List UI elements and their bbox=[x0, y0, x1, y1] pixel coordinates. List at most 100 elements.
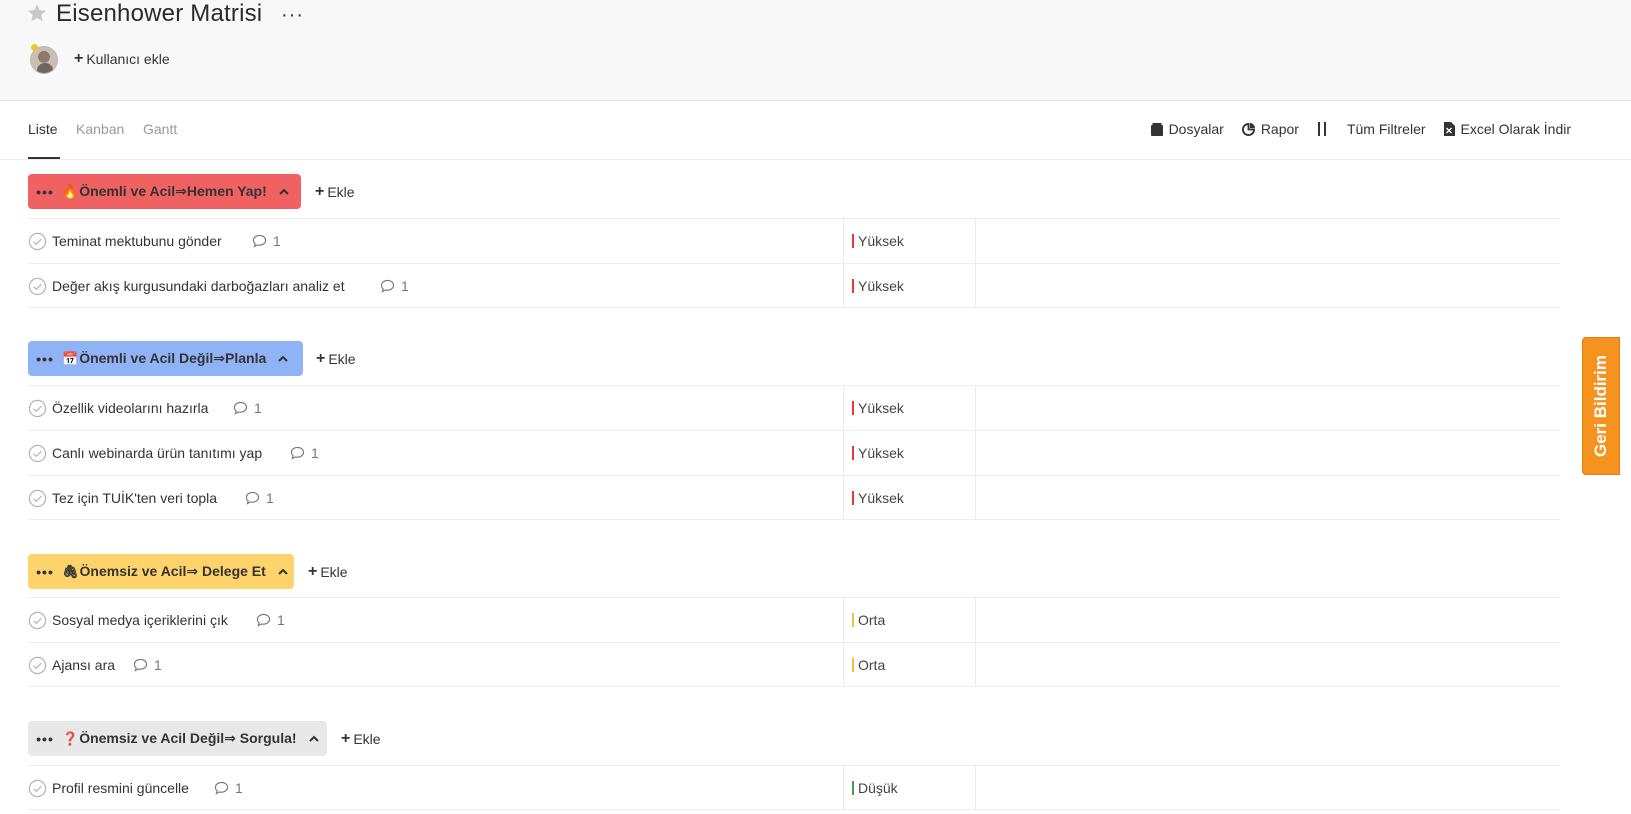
priority-label: Orta bbox=[858, 612, 886, 628]
group-header-plan[interactable]: ••• 📅 Önemli ve Acil Değil⇒Planla bbox=[28, 341, 303, 376]
priority-cell[interactable]: Orta bbox=[852, 612, 885, 628]
comment-count[interactable]: 1 bbox=[256, 612, 285, 628]
table-row[interactable]: Canlı webinarda ürün tanıtımı yap 1 Yüks… bbox=[28, 430, 1560, 475]
table-row[interactable]: Profil resmini güncelle 1 Düşük bbox=[28, 765, 1560, 810]
priority-label: Yüksek bbox=[858, 233, 904, 249]
filter-icon bbox=[1317, 122, 1326, 136]
chevron-up-icon[interactable] bbox=[276, 565, 290, 579]
tab-liste[interactable]: Liste bbox=[28, 121, 58, 137]
check-circle-icon[interactable] bbox=[28, 277, 47, 296]
check-circle-icon[interactable] bbox=[28, 232, 47, 251]
priority-indicator bbox=[852, 781, 854, 795]
plus-icon: + bbox=[341, 730, 351, 747]
check-circle-icon[interactable] bbox=[28, 779, 47, 798]
group-header-delegate[interactable]: ••• 🖇 Önemsiz ve Acil⇒ Delege Et bbox=[28, 554, 294, 589]
column-divider bbox=[975, 219, 976, 263]
priority-cell[interactable]: Yüksek bbox=[852, 490, 904, 506]
comment-count-value: 1 bbox=[235, 780, 243, 796]
check-circle-icon[interactable] bbox=[28, 444, 47, 463]
report-label: Rapor bbox=[1260, 121, 1299, 137]
project-header: Eisenhower Matrisi ··· + Kullanıcı ekle bbox=[0, 0, 1631, 101]
task-title[interactable]: Tez için TUİK'ten veri topla bbox=[52, 490, 217, 506]
comment-count-value: 1 bbox=[401, 278, 409, 294]
comment-count-value: 1 bbox=[277, 612, 285, 628]
priority-label: Yüksek bbox=[858, 490, 904, 506]
comment-count[interactable]: 1 bbox=[290, 445, 319, 461]
comment-count[interactable]: 1 bbox=[252, 233, 281, 249]
add-task-button[interactable]: + Ekle bbox=[316, 350, 356, 368]
tab-gantt[interactable]: Gantt bbox=[143, 121, 177, 137]
table-row[interactable]: Özellik videolarını hazırla 1 Yüksek bbox=[28, 385, 1560, 430]
add-task-button[interactable]: + Ekle bbox=[308, 563, 348, 581]
task-title[interactable]: Teminat mektubunu gönder bbox=[52, 233, 222, 249]
comment-icon bbox=[252, 234, 267, 248]
comment-count-value: 1 bbox=[254, 400, 262, 416]
column-divider bbox=[843, 431, 844, 475]
paperclip-icon: 🖇 bbox=[62, 563, 79, 579]
group-menu-icon[interactable]: ••• bbox=[30, 564, 60, 580]
folder-icon bbox=[1150, 122, 1163, 136]
check-circle-icon[interactable] bbox=[28, 489, 47, 508]
filters-button[interactable]: Tüm Filtreler bbox=[1317, 121, 1426, 137]
comment-count[interactable]: 1 bbox=[245, 490, 274, 506]
comment-count[interactable]: 1 bbox=[214, 780, 243, 796]
comment-icon bbox=[245, 491, 260, 505]
priority-cell[interactable]: Yüksek bbox=[852, 233, 904, 249]
group-menu-icon[interactable]: ••• bbox=[30, 184, 60, 200]
chevron-up-icon[interactable] bbox=[276, 352, 290, 366]
task-title[interactable]: Ajansı ara bbox=[52, 657, 115, 673]
task-title[interactable]: Değer akış kurgusundaki darboğazları ana… bbox=[52, 278, 345, 294]
comment-count[interactable]: 1 bbox=[380, 278, 409, 294]
check-circle-icon[interactable] bbox=[28, 399, 47, 418]
priority-indicator bbox=[852, 613, 854, 627]
table-row[interactable]: Ajansı ara 1 Orta bbox=[28, 642, 1560, 687]
column-divider bbox=[975, 431, 976, 475]
plus-icon: + bbox=[316, 350, 326, 367]
priority-indicator bbox=[852, 446, 854, 460]
comment-count[interactable]: 1 bbox=[233, 400, 262, 416]
comment-count-value: 1 bbox=[273, 233, 281, 249]
priority-label: Yüksek bbox=[858, 400, 904, 416]
group-header-do-now[interactable]: ••• 🔥 Önemli ve Acil⇒Hemen Yap! bbox=[28, 174, 301, 209]
task-title[interactable]: Sosyal medya içeriklerini çık bbox=[52, 612, 228, 628]
comment-icon bbox=[133, 658, 148, 672]
group-header-question[interactable]: ••• ❓ Önemsiz ve Acil Değil⇒ Sorgula! bbox=[28, 721, 327, 756]
task-title[interactable]: Canlı webinarda ürün tanıtımı yap bbox=[52, 445, 262, 461]
excel-download-button[interactable]: Excel Olarak İndir bbox=[1443, 121, 1571, 137]
files-button[interactable]: Dosyalar bbox=[1150, 121, 1224, 137]
excel-file-icon bbox=[1443, 122, 1455, 136]
group-menu-icon[interactable]: ••• bbox=[30, 351, 60, 367]
column-divider bbox=[975, 264, 976, 308]
plus-icon: + bbox=[308, 563, 318, 580]
comment-count[interactable]: 1 bbox=[133, 657, 162, 673]
comment-count-value: 1 bbox=[311, 445, 319, 461]
priority-cell[interactable]: Yüksek bbox=[852, 278, 904, 294]
priority-cell[interactable]: Orta bbox=[852, 657, 885, 673]
priority-cell[interactable]: Düşük bbox=[852, 780, 898, 796]
comment-icon bbox=[380, 279, 395, 293]
table-row[interactable]: Değer akış kurgusundaki darboğazları ana… bbox=[28, 263, 1560, 308]
add-user-button[interactable]: + Kullanıcı ekle bbox=[74, 51, 170, 68]
feedback-label: Geri Bildirim bbox=[1591, 354, 1610, 458]
task-title[interactable]: Profil resmini güncelle bbox=[52, 780, 189, 796]
table-row[interactable]: Teminat mektubunu gönder 1 Yüksek bbox=[28, 218, 1560, 263]
check-circle-icon[interactable] bbox=[28, 656, 47, 675]
priority-cell[interactable]: Yüksek bbox=[852, 445, 904, 461]
more-options-icon[interactable]: ··· bbox=[281, 4, 304, 27]
star-icon[interactable] bbox=[26, 2, 48, 24]
check-circle-icon[interactable] bbox=[28, 611, 47, 630]
tab-kanban[interactable]: Kanban bbox=[76, 121, 124, 137]
priority-cell[interactable]: Yüksek bbox=[852, 400, 904, 416]
add-task-button[interactable]: + Ekle bbox=[315, 184, 355, 201]
feedback-button[interactable]: Geri Bildirim bbox=[1582, 337, 1620, 475]
group-menu-icon[interactable]: ••• bbox=[30, 731, 60, 747]
table-row[interactable]: Tez için TUİK'ten veri topla 1 Yüksek bbox=[28, 475, 1560, 520]
chevron-up-icon[interactable] bbox=[277, 185, 291, 199]
table-row[interactable]: Sosyal medya içeriklerini çık 1 Orta bbox=[28, 597, 1560, 642]
report-button[interactable]: Rapor bbox=[1241, 121, 1299, 137]
chevron-up-icon[interactable] bbox=[307, 732, 321, 746]
calendar-icon: 📅 bbox=[62, 350, 79, 366]
add-task-button[interactable]: + Ekle bbox=[341, 730, 381, 748]
page-title: Eisenhower Matrisi bbox=[56, 0, 263, 27]
task-title[interactable]: Özellik videolarını hazırla bbox=[52, 400, 208, 416]
